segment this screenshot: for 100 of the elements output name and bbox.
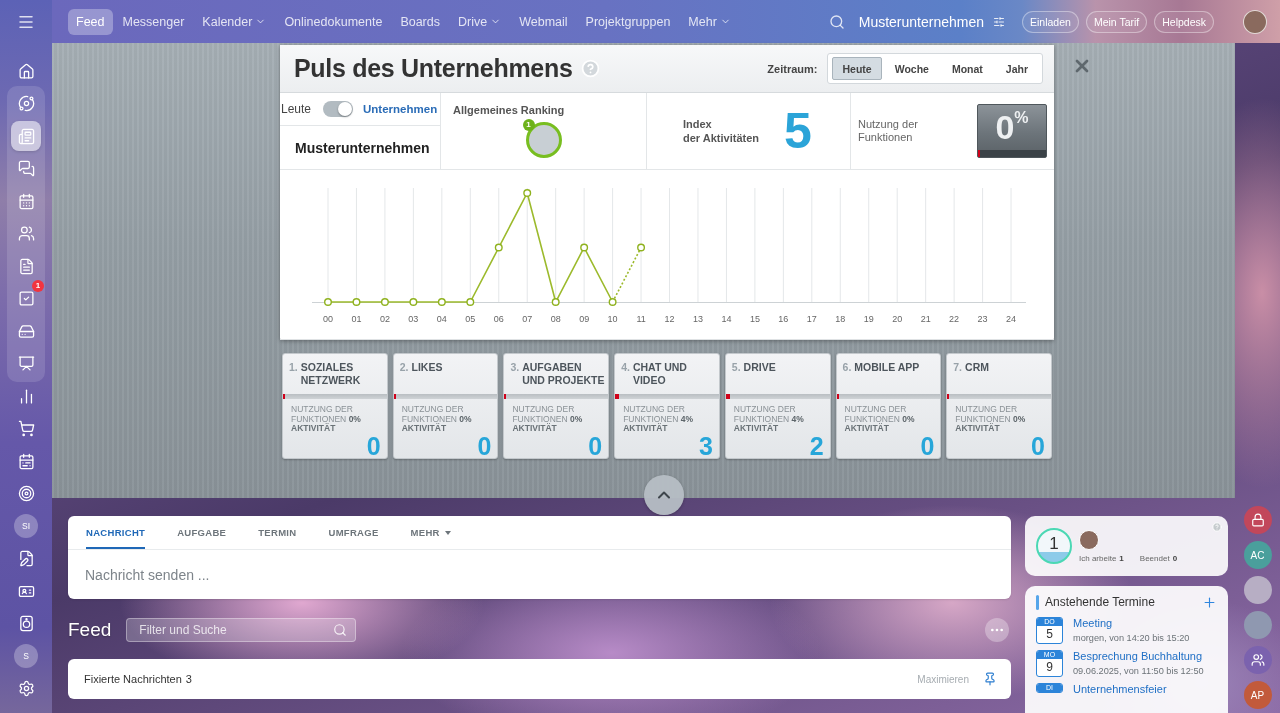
page-title: Puls des Unternehmens [294, 54, 573, 83]
plus-icon [1202, 594, 1217, 610]
module-card[interactable]: 6. MOBILE APP NUTZUNG DER FUNKTIONEN 0% AKTIVITÄT 0 [835, 353, 942, 459]
nav-tab[interactable]: Projektgruppen [577, 8, 679, 35]
search-icon [333, 623, 348, 637]
data-point [409, 298, 418, 306]
maximize-link[interactable]: Maximieren [917, 673, 969, 685]
pinned-messages-bar[interactable]: Fixierte Nachrichten 3 Maximieren [68, 659, 1011, 699]
hour-label: 09 [579, 314, 590, 324]
search-input[interactable]: Filter und Suche [139, 623, 334, 637]
add-button[interactable] [1202, 594, 1217, 610]
pinned-count: 3 [185, 673, 192, 685]
module-card[interactable]: 2. LIKES NUTZUNG DER FUNKTIONEN 0% AKTIVITÄT 0 [392, 353, 499, 459]
module-card[interactable]: 4. CHAT UND VIDEO NUTZUNG DER FUNKTIONEN 4% AKTIVITÄT 3 [614, 353, 720, 459]
pinned-label: Fixierte Nachrichten [84, 673, 182, 685]
activity-count: 0 [1031, 433, 1046, 462]
work-gauge[interactable]: 1 [1036, 528, 1072, 564]
initials-avatar[interactable]: AC [1243, 541, 1272, 569]
group-avatar[interactable] [1243, 576, 1272, 604]
nav-tab[interactable]: Feed [68, 8, 113, 35]
usage-text: NUTZUNG DER FUNKTIONEN 4% [733, 405, 804, 424]
period-tab[interactable]: Jahr [995, 57, 1038, 80]
hour-label: 05 [465, 314, 476, 324]
stat-count: 1 [1119, 553, 1124, 563]
header-button[interactable]: Mein Tarif [1085, 10, 1148, 33]
event-title[interactable]: Meeting [1073, 617, 1113, 630]
hour-label: 17 [806, 314, 817, 324]
nav-tab[interactable]: Messenger [114, 8, 193, 35]
composer-tab[interactable]: UMFRAGE [328, 516, 379, 549]
rank-number: 1 [522, 119, 535, 131]
composer-tab[interactable]: TERMIN [258, 516, 297, 549]
usage-percent: 0$^{%}$ [995, 110, 1029, 144]
user-avatar[interactable] [1243, 9, 1267, 34]
more-button[interactable] [985, 618, 1009, 642]
hour-label: 15 [749, 314, 760, 324]
hour-label: 08 [550, 314, 561, 324]
hour-label: 01 [351, 314, 362, 324]
composer-tab[interactable]: MEHR [410, 516, 451, 549]
people-icon [1250, 653, 1265, 667]
drive-icon [17, 322, 35, 340]
initials-avatar[interactable]: SI [14, 514, 38, 538]
period-tab[interactable]: Monat [941, 57, 993, 80]
initials-avatar[interactable]: AP [1243, 681, 1272, 709]
nav-tab[interactable]: Drive [450, 8, 510, 35]
mode-label[interactable]: Leute [281, 102, 312, 116]
sidebar-button[interactable] [11, 121, 41, 151]
period-tab[interactable]: Woche [884, 57, 939, 80]
module-number: 2. [399, 361, 409, 374]
company-name[interactable]: Musterunternehmen [858, 13, 984, 30]
lock-button[interactable] [1243, 506, 1272, 534]
group-chat-button[interactable] [1243, 646, 1272, 674]
search-field[interactable]: Filter und Suche [126, 618, 357, 642]
module-card[interactable]: 7. CRM NUTZUNG DER FUNKTIONEN 0% AKTIVITÄT 0 [946, 353, 1052, 459]
stat-label: Beendet [1139, 553, 1170, 563]
hour-label: 06 [493, 314, 504, 324]
message-input[interactable]: Nachricht senden ... [68, 550, 1011, 599]
module-title: CRM [965, 361, 989, 374]
stat-count: 0 [1172, 553, 1178, 563]
nav-tab[interactable]: Onlinedokumente [276, 8, 391, 35]
module-card[interactable]: 1. SOZIALES NETZWERK NUTZUNG DER FUNKTIONEN 0% AKTIVITÄT 0 [282, 353, 388, 459]
event-title[interactable]: Besprechung Buchhaltung [1073, 650, 1203, 663]
module-title: AUFGABEN UND PROJEKTE [522, 361, 605, 387]
feed-title: Feed [68, 619, 112, 641]
nav-tab[interactable]: Boards [392, 8, 448, 35]
hour-label: 03 [408, 314, 419, 324]
search-icon[interactable] [828, 13, 845, 30]
newspaper-icon [17, 127, 35, 145]
target-icon [17, 485, 35, 502]
activity-count: 2 [809, 433, 825, 462]
notification-count: 1 [32, 279, 44, 292]
accent-bar [1036, 594, 1039, 610]
index-label: Index der Aktivitäten [683, 117, 759, 145]
sliders-icon[interactable] [993, 15, 1005, 28]
document-edit-icon [17, 550, 35, 567]
usage-text: NUTZUNG DER FUNKTIONEN 4% [623, 405, 694, 424]
module-card[interactable]: 3. AUFGABEN UND PROJEKTE NUTZUNG DER FUNKTIONEN 0% AKTIVITÄT 0 [503, 353, 610, 459]
initials-avatar[interactable]: S [14, 644, 38, 668]
composer-tab[interactable]: AUFGABE [177, 516, 227, 549]
event-time: 09.06.2025, von 11:50 bis 12:50 [1073, 665, 1204, 677]
nav-tab[interactable]: Webmail [511, 8, 576, 35]
collapse-button[interactable] [644, 475, 684, 515]
mode-toggle[interactable] [323, 101, 354, 117]
pin-icon[interactable] [983, 672, 997, 686]
nav-tab[interactable]: Mehr [680, 8, 739, 35]
activity-label: AKTIVITÄT [291, 424, 336, 434]
period-tab[interactable]: Heute [832, 57, 882, 80]
header-button[interactable]: Helpdesk [1154, 10, 1214, 33]
event-title[interactable]: Unternehmensfeier [1073, 683, 1167, 696]
mode-label[interactable]: Unternehmen [363, 103, 438, 115]
data-point [494, 243, 503, 252]
module-title: DRIVE [743, 361, 776, 374]
hour-label: 11 [636, 314, 646, 324]
data-point [352, 298, 361, 306]
module-number: 5. [731, 361, 741, 374]
module-number: 1. [289, 361, 298, 374]
day-number: 9 [1046, 659, 1053, 676]
header-button[interactable]: Einladen [1022, 10, 1079, 33]
nav-tab[interactable]: Kalender [194, 8, 275, 35]
module-card[interactable]: 5. DRIVE NUTZUNG DER FUNKTIONEN 4% AKTIVITÄT 2 [724, 353, 831, 459]
module-title: CHAT UND VIDEO [632, 361, 687, 387]
